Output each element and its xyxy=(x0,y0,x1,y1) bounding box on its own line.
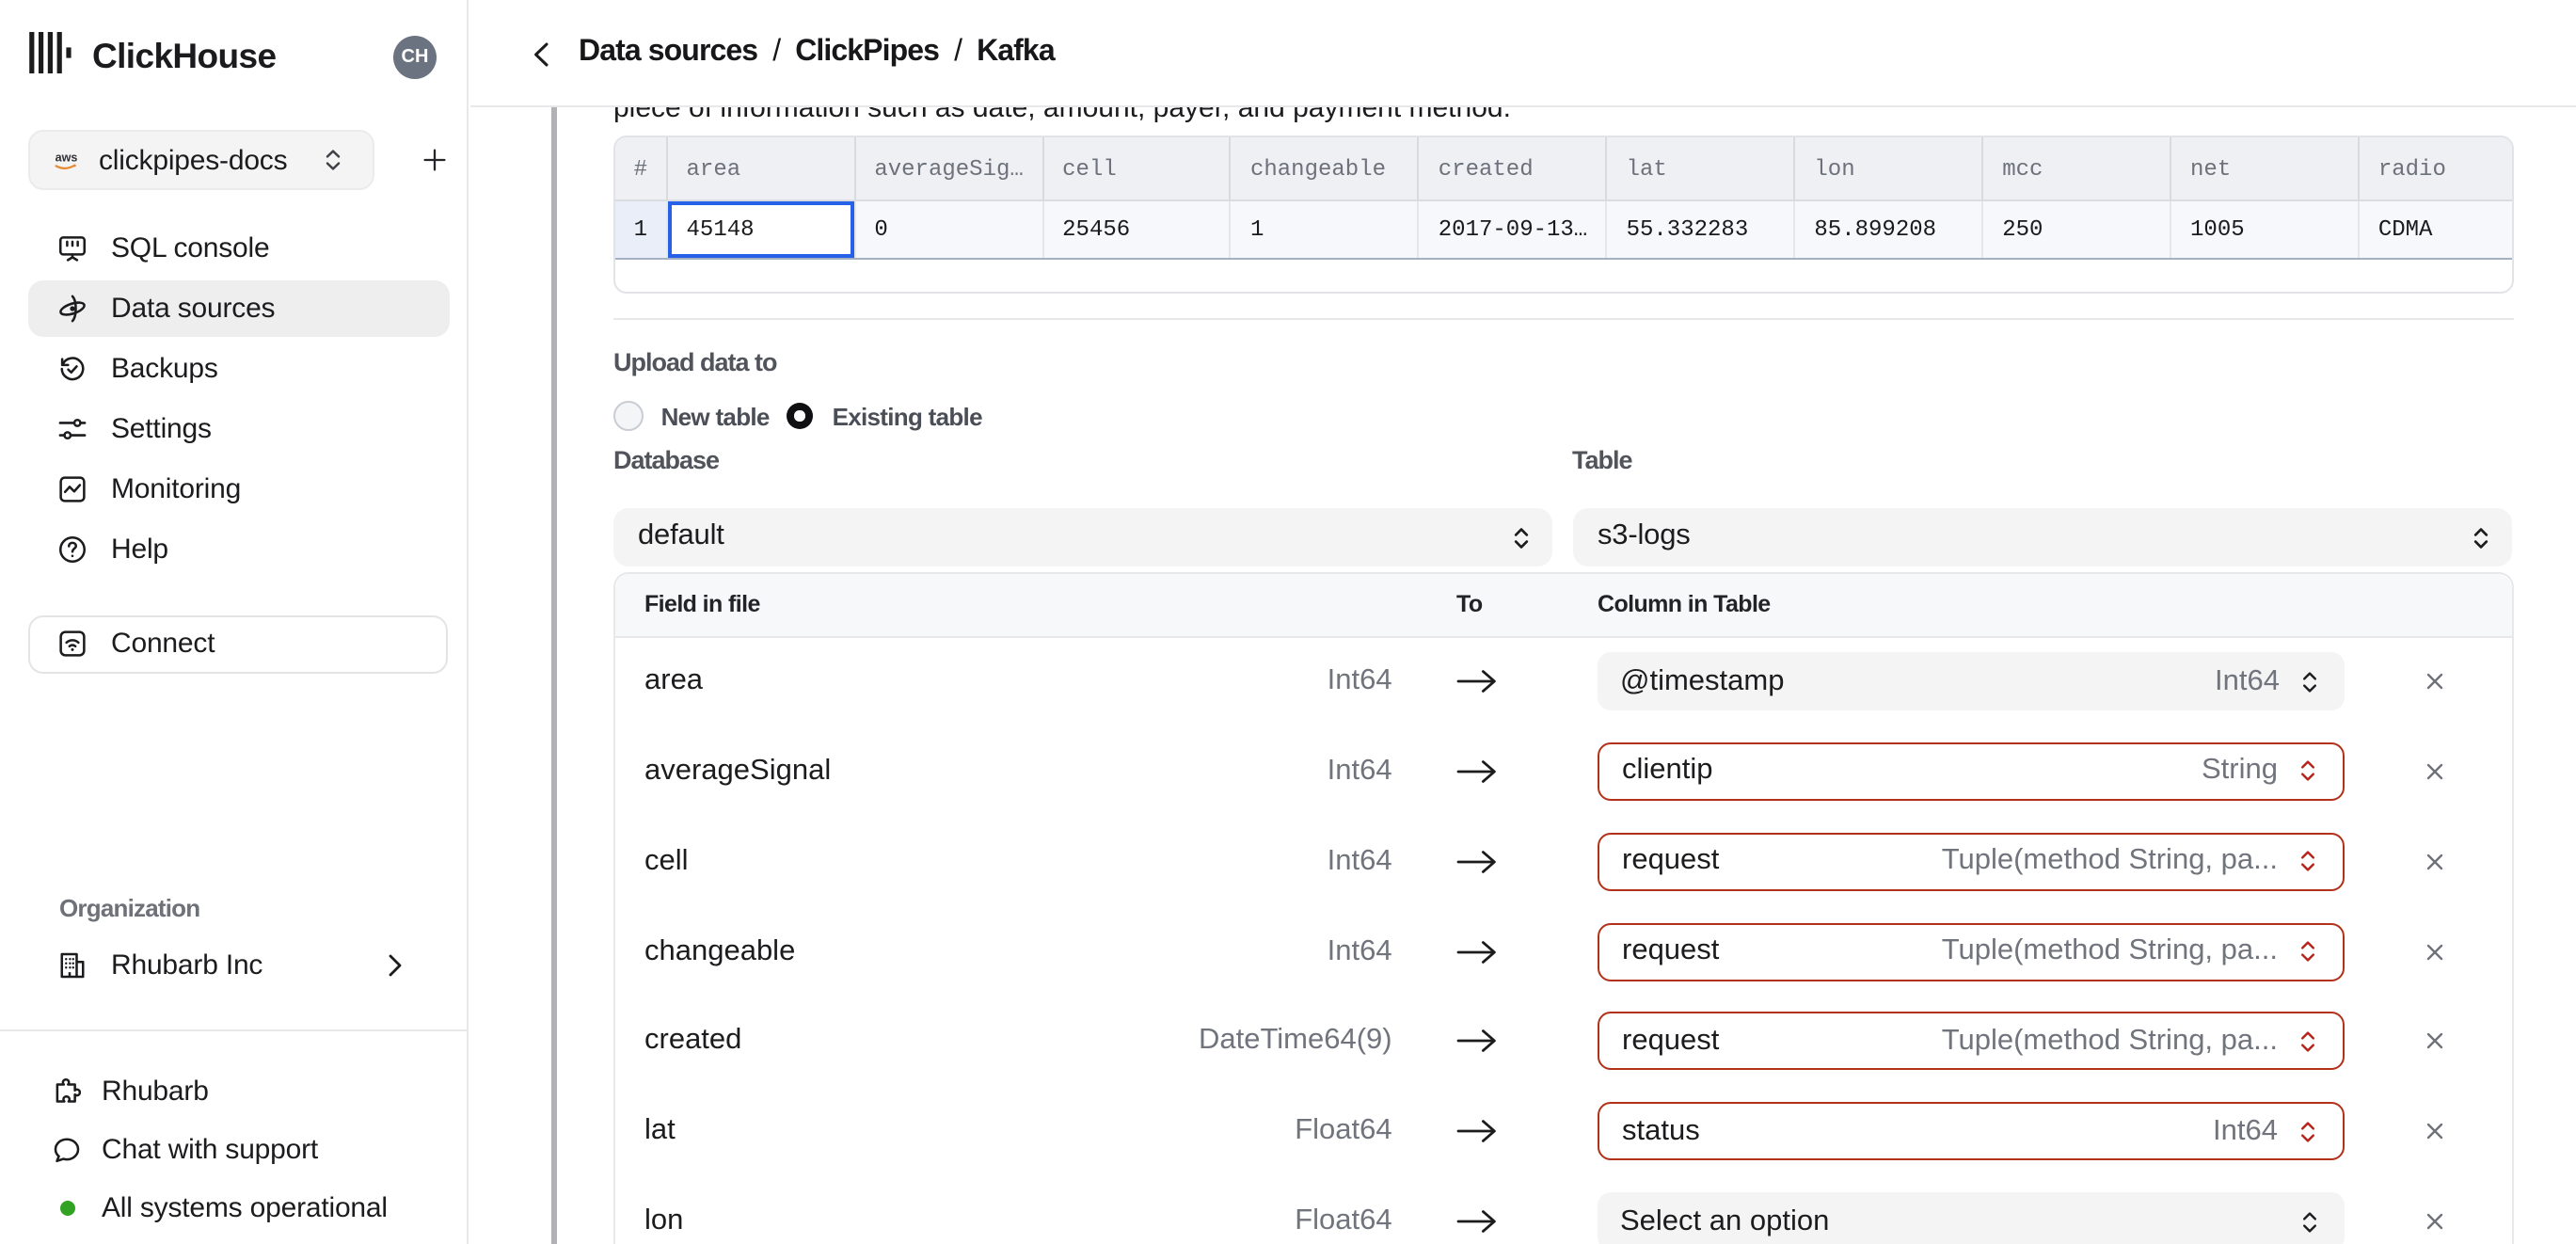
svg-text:aws: aws xyxy=(56,151,77,164)
